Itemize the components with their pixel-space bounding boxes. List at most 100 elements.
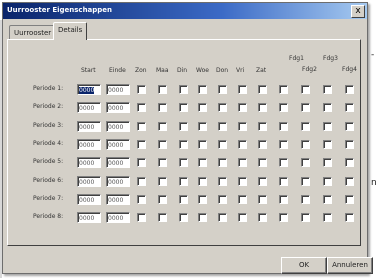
day-checkbox[interactable]	[137, 177, 146, 186]
day-checkbox[interactable]	[345, 122, 354, 131]
day-checkbox[interactable]	[158, 158, 167, 167]
day-checkbox[interactable]	[198, 85, 207, 94]
close-button[interactable]: x	[351, 5, 365, 18]
day-checkbox[interactable]	[279, 213, 288, 222]
day-checkbox[interactable]	[158, 195, 167, 204]
day-checkbox[interactable]	[198, 140, 207, 149]
day-checkbox[interactable]	[137, 213, 146, 222]
day-checkbox[interactable]	[279, 103, 288, 112]
period-start-input[interactable]: 0000	[77, 102, 101, 113]
day-checkbox[interactable]	[323, 177, 332, 186]
day-checkbox[interactable]	[137, 103, 146, 112]
day-checkbox[interactable]	[179, 158, 188, 167]
period-start-input[interactable]: 0000	[77, 212, 101, 223]
day-checkbox[interactable]	[279, 122, 288, 131]
day-checkbox[interactable]	[258, 177, 267, 186]
day-checkbox[interactable]	[323, 140, 332, 149]
day-checkbox[interactable]	[218, 177, 227, 186]
day-checkbox[interactable]	[198, 213, 207, 222]
day-checkbox[interactable]	[218, 195, 227, 204]
day-checkbox[interactable]	[218, 85, 227, 94]
day-checkbox[interactable]	[323, 195, 332, 204]
day-checkbox[interactable]	[345, 195, 354, 204]
period-end-input[interactable]: 0000	[106, 157, 130, 168]
day-checkbox[interactable]	[238, 195, 247, 204]
day-checkbox[interactable]	[301, 122, 310, 131]
day-checkbox[interactable]	[279, 177, 288, 186]
day-checkbox[interactable]	[238, 140, 247, 149]
day-checkbox[interactable]	[279, 195, 288, 204]
day-checkbox[interactable]	[301, 177, 310, 186]
day-checkbox[interactable]	[323, 122, 332, 131]
day-checkbox[interactable]	[345, 213, 354, 222]
day-checkbox[interactable]	[258, 140, 267, 149]
day-checkbox[interactable]	[158, 85, 167, 94]
day-checkbox[interactable]	[345, 158, 354, 167]
day-checkbox[interactable]	[179, 122, 188, 131]
dialog-titlebar[interactable]: Uurrooster Eigenschappen x	[3, 3, 367, 19]
day-checkbox[interactable]	[238, 213, 247, 222]
day-checkbox[interactable]	[179, 195, 188, 204]
day-checkbox[interactable]	[158, 122, 167, 131]
day-checkbox[interactable]	[258, 122, 267, 131]
day-checkbox[interactable]	[179, 213, 188, 222]
day-checkbox[interactable]	[279, 140, 288, 149]
cancel-button[interactable]: Annuleren	[327, 257, 373, 274]
day-checkbox[interactable]	[301, 103, 310, 112]
day-checkbox[interactable]	[238, 177, 247, 186]
day-checkbox[interactable]	[198, 122, 207, 131]
day-checkbox[interactable]	[301, 213, 310, 222]
day-checkbox[interactable]	[323, 103, 332, 112]
day-checkbox[interactable]	[179, 177, 188, 186]
period-start-input[interactable]: 0000	[77, 157, 101, 168]
period-start-input[interactable]: 0000	[77, 121, 101, 132]
day-checkbox[interactable]	[345, 103, 354, 112]
day-checkbox[interactable]	[158, 177, 167, 186]
day-checkbox[interactable]	[158, 140, 167, 149]
day-checkbox[interactable]	[258, 195, 267, 204]
tab-uurrooster[interactable]: Uurrooster	[9, 25, 57, 40]
day-checkbox[interactable]	[179, 140, 188, 149]
period-end-input[interactable]: 0000	[106, 121, 130, 132]
day-checkbox[interactable]	[137, 158, 146, 167]
day-checkbox[interactable]	[238, 85, 247, 94]
day-checkbox[interactable]	[198, 103, 207, 112]
day-checkbox[interactable]	[345, 140, 354, 149]
day-checkbox[interactable]	[218, 213, 227, 222]
period-end-input[interactable]: 0000	[106, 102, 130, 113]
day-checkbox[interactable]	[323, 213, 332, 222]
day-checkbox[interactable]	[323, 85, 332, 94]
day-checkbox[interactable]	[301, 158, 310, 167]
day-checkbox[interactable]	[345, 85, 354, 94]
day-checkbox[interactable]	[179, 85, 188, 94]
day-checkbox[interactable]	[179, 103, 188, 112]
day-checkbox[interactable]	[301, 140, 310, 149]
day-checkbox[interactable]	[198, 195, 207, 204]
day-checkbox[interactable]	[258, 103, 267, 112]
period-start-input[interactable]: 0000	[77, 84, 101, 95]
period-end-input[interactable]: 0000	[106, 84, 130, 95]
day-checkbox[interactable]	[137, 122, 146, 131]
day-checkbox[interactable]	[137, 85, 146, 94]
day-checkbox[interactable]	[279, 85, 288, 94]
day-checkbox[interactable]	[158, 103, 167, 112]
day-checkbox[interactable]	[218, 122, 227, 131]
day-checkbox[interactable]	[137, 195, 146, 204]
day-checkbox[interactable]	[279, 158, 288, 167]
day-checkbox[interactable]	[301, 85, 310, 94]
day-checkbox[interactable]	[238, 158, 247, 167]
day-checkbox[interactable]	[137, 140, 146, 149]
period-start-input[interactable]: 0000	[77, 139, 101, 150]
period-end-input[interactable]: 0000	[106, 194, 130, 205]
period-end-input[interactable]: 0000	[106, 139, 130, 150]
day-checkbox[interactable]	[238, 122, 247, 131]
period-start-input[interactable]: 0000	[77, 176, 101, 187]
period-end-input[interactable]: 0000	[106, 212, 130, 223]
day-checkbox[interactable]	[323, 158, 332, 167]
ok-button[interactable]: OK	[281, 257, 327, 274]
period-start-input[interactable]: 0000	[77, 194, 101, 205]
day-checkbox[interactable]	[301, 195, 310, 204]
day-checkbox[interactable]	[198, 158, 207, 167]
day-checkbox[interactable]	[218, 158, 227, 167]
day-checkbox[interactable]	[258, 158, 267, 167]
